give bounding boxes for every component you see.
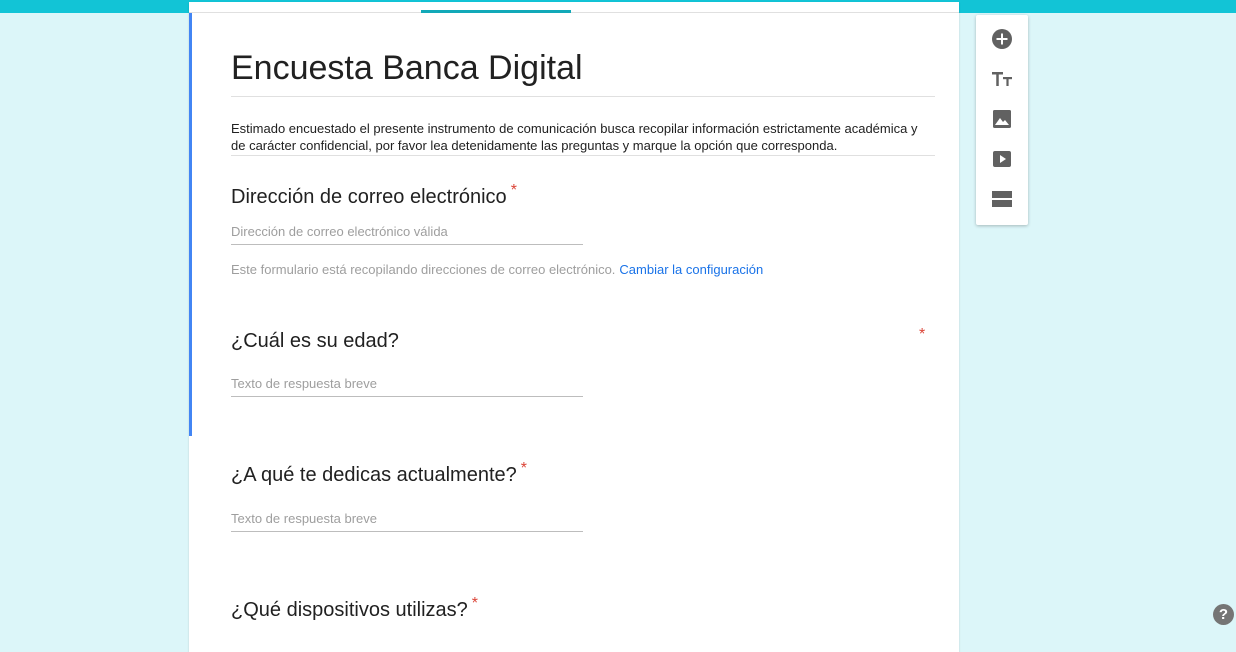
required-mark: *	[520, 460, 527, 477]
question-title-text: ¿A qué te dedicas actualmente?	[231, 464, 517, 486]
add-section-icon[interactable]	[988, 185, 1016, 213]
active-tab-indicator	[421, 10, 571, 13]
question-title-text: ¿Cuál es su edad?	[231, 330, 399, 352]
question-devices-title[interactable]: ¿Qué dispositivos utilizas? *	[231, 595, 479, 623]
card-top-border	[189, 2, 959, 13]
help-icon[interactable]: ?	[1213, 604, 1234, 625]
form-description[interactable]: Estimado encuestado el presente instrume…	[231, 120, 935, 156]
add-video-icon[interactable]	[988, 145, 1016, 173]
add-image-icon[interactable]	[988, 105, 1016, 133]
required-mark: *	[471, 595, 479, 612]
question-age-title[interactable]: ¿Cuál es su edad?	[231, 328, 399, 354]
add-title-icon[interactable]	[988, 65, 1016, 93]
question-title-text: ¿Qué dispositivos utilizas?	[231, 599, 468, 621]
question-email-title[interactable]: Dirección de correo electrónico *	[231, 182, 517, 210]
selected-section-indicator	[189, 13, 192, 436]
age-answer-field[interactable]: Texto de respuesta breve	[231, 374, 583, 397]
required-mark: *	[510, 182, 517, 199]
occupation-answer-field[interactable]: Texto de respuesta breve	[231, 509, 583, 532]
email-collection-text: Este formulario está recopilando direcci…	[231, 262, 616, 277]
email-field[interactable]: Dirección de correo electrónico válida	[231, 222, 583, 245]
question-occupation-title[interactable]: ¿A qué te dedicas actualmente? *	[231, 460, 527, 488]
floating-toolbar	[976, 15, 1028, 225]
change-settings-link[interactable]: Cambiar la configuración	[619, 262, 763, 277]
add-question-icon[interactable]	[988, 25, 1016, 53]
required-mark: *	[919, 326, 926, 343]
email-collection-note: Este formulario está recopilando direcci…	[231, 262, 763, 277]
form-card: Encuesta Banca Digital Estimado encuesta…	[189, 2, 959, 652]
form-title[interactable]: Encuesta Banca Digital	[231, 46, 935, 97]
question-title-text: Dirección de correo electrónico	[231, 186, 507, 208]
